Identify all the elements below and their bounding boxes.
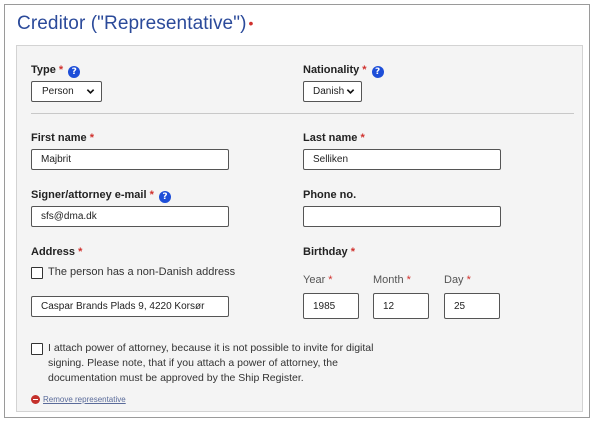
representative-panel: Type * ? Person Nationality * ? Danish F…: [16, 45, 583, 412]
last-name-input[interactable]: Selliken: [303, 149, 501, 170]
email-input[interactable]: sfs@dma.dk: [31, 206, 229, 227]
month-input[interactable]: 12: [373, 293, 429, 319]
required-star: *: [328, 274, 333, 286]
required-mark: •: [248, 15, 254, 31]
required-star: *: [89, 132, 94, 144]
last-name-label-text: Last name: [303, 132, 358, 144]
required-star: *: [466, 274, 471, 286]
required-star: *: [360, 132, 365, 144]
month-label-text: Month: [373, 274, 404, 286]
required-star: *: [78, 246, 83, 258]
day-label-text: Day: [444, 274, 464, 286]
day-input[interactable]: 25: [444, 293, 500, 319]
nationality-label-text: Nationality: [303, 64, 360, 76]
day-label: Day *: [444, 274, 471, 286]
non-danish-address-checkbox[interactable]: [31, 267, 43, 279]
email-label-text: Signer/attorney e-mail: [31, 189, 147, 201]
address-label: Address *: [31, 246, 82, 258]
year-label-text: Year: [303, 274, 326, 286]
creditor-section: Creditor ("Representative") • Type * ? Pe…: [4, 4, 590, 418]
first-name-label-text: First name: [31, 132, 87, 144]
attach-poa-label[interactable]: I attach power of attorney, because it i…: [48, 341, 408, 386]
birthday-label-text: Birthday: [303, 246, 348, 258]
non-danish-address-label[interactable]: The person has a non-Danish address: [48, 265, 235, 280]
email-label: Signer/attorney e-mail * ?: [31, 189, 171, 203]
type-select-value: Person: [42, 86, 74, 97]
type-select[interactable]: Person: [31, 81, 102, 102]
phone-label: Phone no.: [303, 189, 357, 201]
nationality-select[interactable]: Danish: [303, 81, 362, 102]
address-label-text: Address: [31, 246, 76, 258]
nationality-label: Nationality * ?: [303, 64, 384, 78]
type-label: Type * ?: [31, 64, 81, 78]
remove-representative-link[interactable]: Remove representative: [43, 395, 126, 404]
remove-representative[interactable]: Remove representative: [31, 395, 126, 404]
phone-input[interactable]: [303, 206, 501, 227]
required-star: *: [350, 246, 355, 258]
required-star: *: [406, 274, 411, 286]
month-label: Month *: [373, 274, 411, 286]
required-star: *: [149, 189, 154, 201]
birthday-label: Birthday *: [303, 246, 355, 258]
section-title: Creditor ("Representative") •: [17, 13, 254, 35]
attach-poa-line-1: I attach power of attorney, because it i…: [48, 342, 374, 354]
last-name-label: Last name *: [303, 132, 365, 144]
remove-circle-icon[interactable]: [31, 395, 40, 404]
attach-poa-line-3: documentation must be approved by the Sh…: [48, 372, 304, 384]
required-star: *: [362, 64, 367, 76]
chevron-down-icon: [86, 89, 95, 94]
nationality-select-value: Danish: [313, 86, 345, 97]
attach-poa-checkbox[interactable]: [31, 343, 43, 355]
attach-poa-line-2: signing. Please note, that if you attach…: [48, 357, 338, 369]
address-input[interactable]: Caspar Brands Plads 9, 4220 Korsør: [31, 296, 229, 317]
type-help-icon[interactable]: ?: [68, 66, 81, 78]
divider: [31, 113, 574, 114]
required-star: *: [58, 64, 64, 76]
year-label: Year *: [303, 274, 333, 286]
email-help-icon[interactable]: ?: [158, 191, 171, 203]
first-name-input[interactable]: Majbrit: [31, 149, 229, 170]
first-name-label: First name *: [31, 132, 94, 144]
type-label-text: Type: [31, 64, 56, 76]
section-title-text: Creditor ("Representative"): [17, 13, 247, 34]
year-input[interactable]: 1985: [303, 293, 359, 319]
chevron-down-icon: [346, 89, 355, 94]
nationality-help-icon[interactable]: ?: [371, 66, 384, 78]
